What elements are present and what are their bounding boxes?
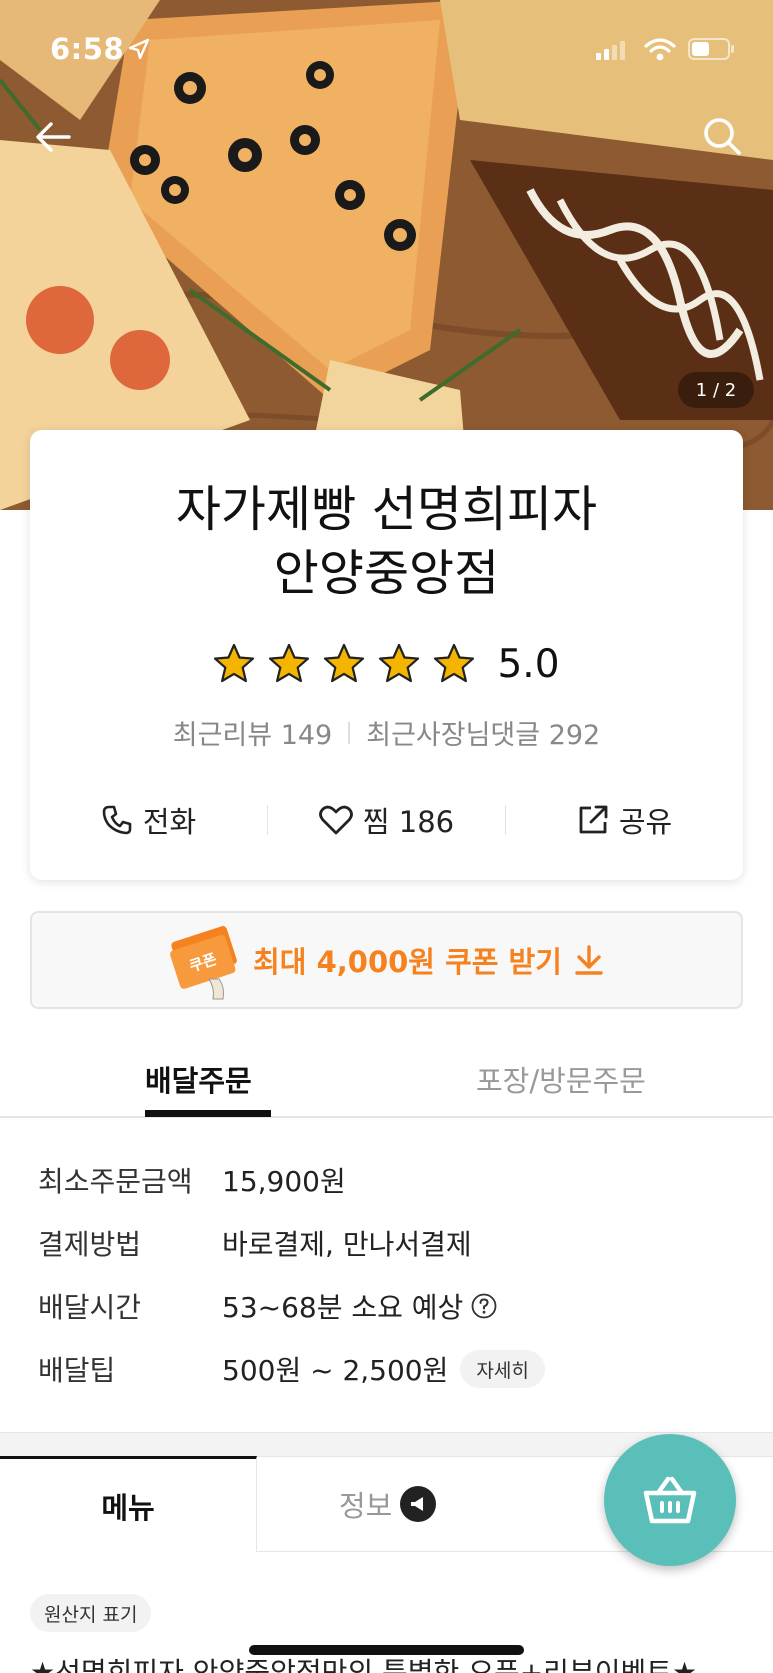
payment-label: 결제방법 <box>38 1228 142 1261</box>
rating-value: 5.0 <box>497 641 560 687</box>
back-button[interactable] <box>30 114 76 160</box>
image-counter: 1 / 2 <box>678 372 754 408</box>
payment-value: 바로결제, 만나서결제 <box>222 1228 472 1261</box>
coupon-text: 최대 4,000원 쿠폰 받기 <box>253 945 562 979</box>
delivery-time-text: 53~68분 소요 예상 <box>222 1291 464 1324</box>
search-button[interactable] <box>698 112 746 160</box>
like-button[interactable]: 찜 186 <box>268 799 505 841</box>
back-arrow-icon <box>36 122 71 152</box>
order-type-tabs: 배달주문 포장/방문주문 <box>0 1040 773 1118</box>
owner-replies-link[interactable]: 최근사장님댓글 292 <box>366 713 600 752</box>
star-icon <box>324 643 365 683</box>
share-button[interactable]: 공유 <box>506 799 743 841</box>
store-name: 자가제빵 선명희피자 안양중앙점 <box>30 478 743 606</box>
delivery-tip-value: 500원 ~ 2,500원 <box>222 1354 449 1387</box>
call-label: 전화 <box>142 805 197 839</box>
cart-button[interactable] <box>604 1434 736 1566</box>
delivery-time-value: 53~68분 소요 예상 <box>222 1286 497 1326</box>
store-card: 자가제빵 선명희피자 안양중앙점 5.0 최근리뷰 149 최근사장님댓글 29… <box>30 430 743 880</box>
megaphone-icon <box>400 1486 437 1522</box>
wifi-icon <box>644 38 676 61</box>
tip-detail-button[interactable]: 자세히 <box>460 1350 545 1388</box>
delivery-tip-label: 배달팁 <box>38 1354 116 1387</box>
tab-menu[interactable]: 메뉴 <box>0 1456 257 1552</box>
cellular-signal-icon <box>596 41 625 60</box>
phone-icon <box>102 805 132 835</box>
star-icon <box>379 643 420 683</box>
active-tab-indicator <box>145 1110 271 1117</box>
delivery-tip-row: 배달팁 500원 ~ 2,500원 자세히 <box>38 1349 545 1389</box>
tab-pickup-order[interactable]: 포장/방문주문 <box>476 1058 646 1100</box>
payment-row: 결제방법 바로결제, 만나서결제 <box>38 1223 472 1263</box>
status-time: 6:58 <box>50 32 125 66</box>
recent-reviews-link[interactable]: 최근리뷰 149 <box>173 713 332 752</box>
status-bar: 6:58 <box>0 0 773 100</box>
home-indicator[interactable] <box>249 1645 524 1655</box>
delivery-time-label: 배달시간 <box>38 1291 142 1324</box>
origin-label-chip[interactable]: 원산지 표기 <box>30 1594 152 1632</box>
star-icon <box>269 643 310 683</box>
tab-delivery-order[interactable]: 배달주문 <box>145 1058 252 1100</box>
tab-info-label: 정보 <box>339 1489 393 1523</box>
store-name-line1: 자가제빵 선명희피자 <box>175 481 598 538</box>
location-arrow-icon <box>128 38 150 60</box>
min-order-label: 최소주문금액 <box>38 1165 193 1198</box>
share-label: 공유 <box>618 805 673 839</box>
coupon-ticket-icon: 쿠폰 <box>170 926 237 1000</box>
reviews-row: 최근리뷰 149 최근사장님댓글 292 <box>30 713 743 752</box>
heart-icon <box>318 805 353 835</box>
help-circle-icon[interactable] <box>471 1293 497 1319</box>
basket-icon <box>643 1476 697 1524</box>
store-actions: 전화 찜 186 공유 <box>30 792 743 848</box>
like-count: 찜 186 <box>362 805 455 839</box>
store-name-line2: 안양중앙점 <box>273 545 500 602</box>
min-order-value: 15,900원 <box>222 1165 346 1198</box>
download-arrow-icon <box>575 945 603 975</box>
delivery-time-row: 배달시간 53~68분 소요 예상 <box>38 1286 497 1326</box>
share-icon <box>579 805 608 834</box>
coupon-banner[interactable]: 쿠폰 최대 4,000원 쿠폰 받기 <box>30 911 743 1009</box>
battery-icon <box>688 38 734 60</box>
divider <box>348 721 351 744</box>
min-order-row: 최소주문금액 15,900원 <box>38 1160 346 1200</box>
star-icon <box>214 643 255 683</box>
call-button[interactable]: 전화 <box>30 799 267 841</box>
rating-row: 5.0 <box>30 638 743 690</box>
rating-stars <box>213 643 475 685</box>
search-icon <box>704 118 741 155</box>
star-icon <box>434 643 475 683</box>
tab-menu-label: 메뉴 <box>101 1490 155 1525</box>
